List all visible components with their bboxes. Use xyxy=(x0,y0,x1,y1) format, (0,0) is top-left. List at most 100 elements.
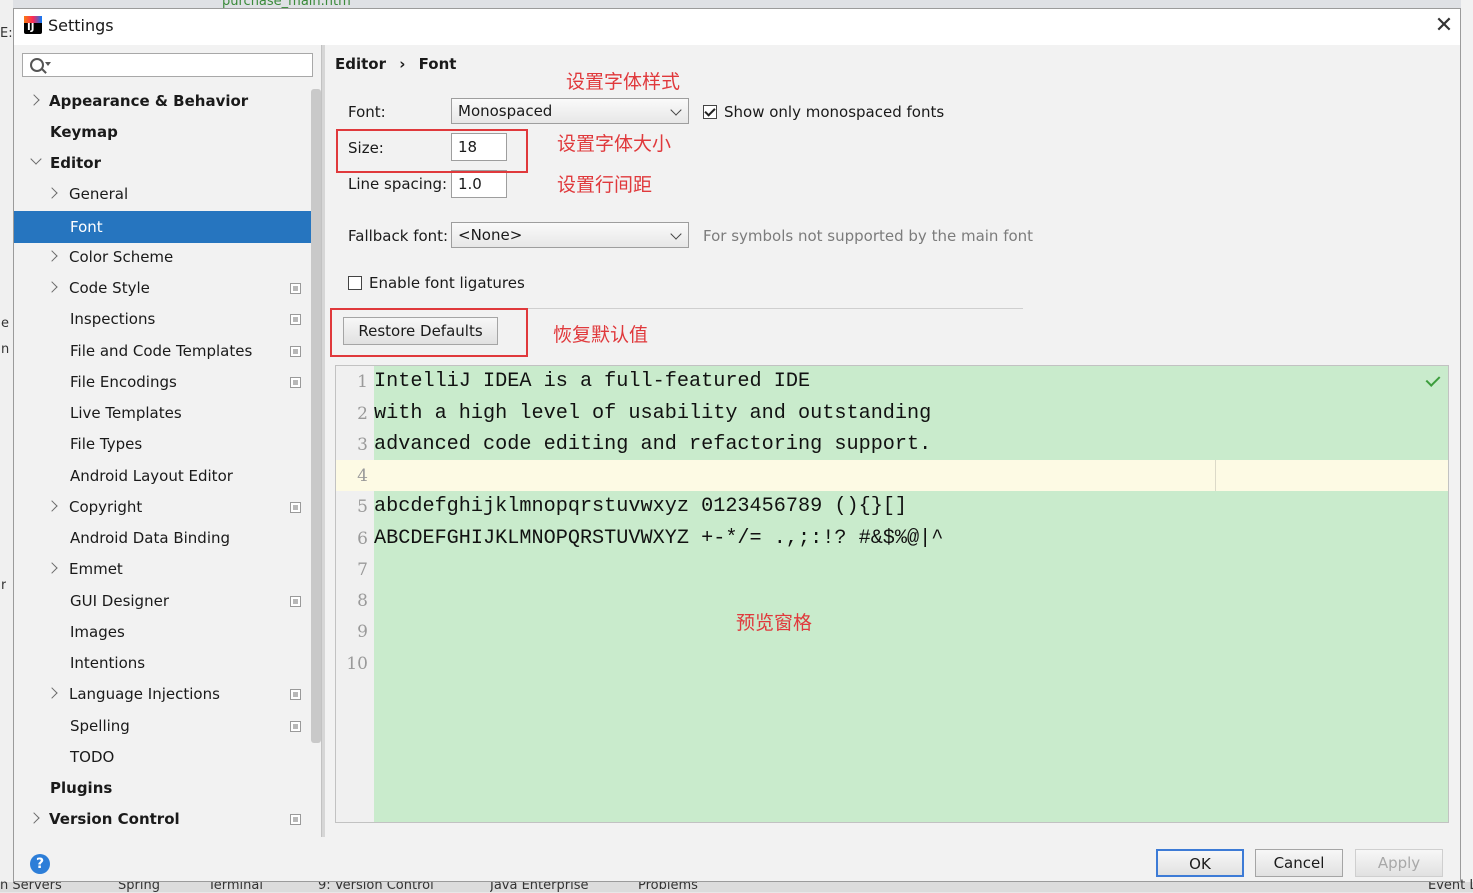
project-settings-icon xyxy=(290,721,301,732)
annotation-restore: 恢复默认值 xyxy=(553,324,649,346)
tree-item-label: Version Control xyxy=(49,810,180,828)
line-number: 8 xyxy=(357,591,368,611)
tree-scrollbar[interactable] xyxy=(311,89,321,743)
tree-item-todo[interactable]: TODO xyxy=(14,742,321,772)
project-settings-icon xyxy=(290,814,301,825)
project-settings-icon xyxy=(290,689,301,700)
font-ligatures-checkbox[interactable] xyxy=(348,276,362,290)
code-line: abcdefghijklmnopqrstuvwxyz 0123456789 ()… xyxy=(374,495,908,518)
tree-item-emmet[interactable]: Emmet xyxy=(14,554,321,584)
search-icon xyxy=(30,58,44,72)
font-select[interactable]: Monospaced xyxy=(451,98,689,124)
tree-item-label: Appearance & Behavior xyxy=(49,92,249,110)
chevron-right-icon xyxy=(46,562,58,574)
tree-item-spelling[interactable]: Spelling xyxy=(14,711,321,741)
apply-button[interactable]: Apply xyxy=(1355,849,1443,877)
fallback-font-select[interactable]: <None> xyxy=(451,222,689,248)
tree-item-file-encodings[interactable]: File Encodings xyxy=(14,367,321,397)
tree-item-android-layout-editor[interactable]: Android Layout Editor xyxy=(14,461,321,491)
tree-item-file-types[interactable]: File Types xyxy=(14,429,321,459)
cancel-button[interactable]: Cancel xyxy=(1255,849,1343,877)
line-number: 3 xyxy=(357,435,368,455)
tree-item-label: GUI Designer xyxy=(70,592,169,610)
font-ligatures-label: Enable font ligatures xyxy=(369,274,525,292)
font-label: Font: xyxy=(348,103,386,121)
font-select-value: Monospaced xyxy=(458,102,553,120)
ide-tool-window-bar: n Servers Spring Terminal 9: Version Con… xyxy=(0,878,1473,893)
splitter[interactable] xyxy=(321,45,325,837)
tree-item-intentions[interactable]: Intentions xyxy=(14,648,321,678)
tree-item-android-data-binding[interactable]: Android Data Binding xyxy=(14,523,321,553)
help-icon[interactable]: ? xyxy=(30,854,50,874)
tree-item-version-control[interactable]: Version Control xyxy=(14,804,321,834)
tree-item-live-templates[interactable]: Live Templates xyxy=(14,398,321,428)
line-number: 6 xyxy=(357,529,368,549)
fallback-font-label: Fallback font: xyxy=(348,227,449,245)
code-line: ABCDEFGHIJKLMNOPQRSTUVWXYZ +-*/= .,;:!? … xyxy=(374,527,944,550)
tree-item-language-injections[interactable]: Language Injections xyxy=(14,679,321,709)
line-number: 2 xyxy=(357,404,368,424)
line-number: 4 xyxy=(357,466,368,486)
fallback-font-value: <None> xyxy=(458,226,523,244)
tree-item-appearance-behavior[interactable]: Appearance & Behavior xyxy=(14,86,321,116)
chevron-right-icon xyxy=(46,187,58,199)
right-margin-guide xyxy=(1215,460,1216,491)
search-input[interactable] xyxy=(22,53,313,77)
ok-button[interactable]: OK xyxy=(1156,849,1244,877)
tree-item-code-style[interactable]: Code Style xyxy=(14,273,321,303)
tree-item-label: Spelling xyxy=(70,717,130,735)
monospaced-only-checkbox[interactable] xyxy=(703,105,717,119)
tree-item-label: Color Scheme xyxy=(69,248,174,266)
caret-row-highlight xyxy=(336,460,1448,491)
chevron-down-icon xyxy=(670,228,682,240)
breadcrumb-separator: › xyxy=(399,55,406,73)
chevron-right-icon xyxy=(28,812,40,824)
tree-item-gui-designer[interactable]: GUI Designer xyxy=(14,586,321,616)
chevron-right-icon xyxy=(46,687,58,699)
tree-item-editor[interactable]: Editor xyxy=(14,148,321,178)
project-settings-icon xyxy=(290,377,301,388)
close-icon[interactable]: ✕ xyxy=(1426,9,1462,45)
line-spacing-field[interactable]: 1.0 xyxy=(451,170,507,198)
tree-item-label: General xyxy=(69,185,129,203)
line-spacing-label: Line spacing: xyxy=(348,175,448,193)
tree-item-label: Emmet xyxy=(69,560,123,578)
code-line: with a high level of usability and outst… xyxy=(374,402,932,425)
tree-item-label: Inspections xyxy=(70,310,156,328)
tree-item-images[interactable]: Images xyxy=(14,617,321,647)
ide-left-edge: E: e n r xyxy=(0,0,13,892)
tree-item-label: Font xyxy=(70,218,103,236)
ide-fragment: E: xyxy=(0,26,13,41)
settings-dialog: IJ Settings ✕ Appearance & Behavior Keym… xyxy=(13,8,1461,882)
tree-item-inspections[interactable]: Inspections xyxy=(14,304,321,334)
tree-item-label: Code Style xyxy=(69,279,150,297)
tree-item-label: Intentions xyxy=(70,654,146,672)
line-number: 5 xyxy=(357,497,368,517)
project-settings-icon xyxy=(290,283,301,294)
breadcrumb-current: Font xyxy=(418,55,457,73)
annotation-font-style: 设置字体样式 xyxy=(566,71,681,93)
chevron-down-icon xyxy=(30,153,42,165)
tree-item-font[interactable]: Font xyxy=(14,211,321,243)
chevron-down-icon xyxy=(670,104,682,116)
monospaced-only-label: Show only monospaced fonts xyxy=(724,103,945,121)
ide-fragment: e xyxy=(1,316,9,331)
tree-item-general[interactable]: General xyxy=(14,179,321,209)
preview-pane[interactable]: 1 IntelliJ IDEA is a full-featured IDE 2… xyxy=(335,365,1449,823)
annotation-preview: 预览窗格 xyxy=(736,612,813,634)
dialog-title: Settings xyxy=(48,16,114,35)
tree-item-file-code-templates[interactable]: File and Code Templates xyxy=(14,336,321,366)
tree-item-keymap[interactable]: Keymap xyxy=(14,117,321,147)
chevron-down-icon xyxy=(45,62,51,66)
annotation-box-size xyxy=(336,129,528,173)
check-icon xyxy=(1425,372,1441,387)
tree-item-label: Copyright xyxy=(69,498,143,516)
tree-item-color-scheme[interactable]: Color Scheme xyxy=(14,242,321,272)
tree-item-plugins[interactable]: Plugins xyxy=(14,773,321,803)
tree-item-copyright[interactable]: Copyright xyxy=(14,492,321,522)
ide-fragment: n xyxy=(1,342,10,357)
tree-item-label: Plugins xyxy=(50,779,113,797)
tree-item-label: File and Code Templates xyxy=(70,342,253,360)
chevron-right-icon xyxy=(28,94,40,106)
ide-fragment: r xyxy=(1,578,7,593)
